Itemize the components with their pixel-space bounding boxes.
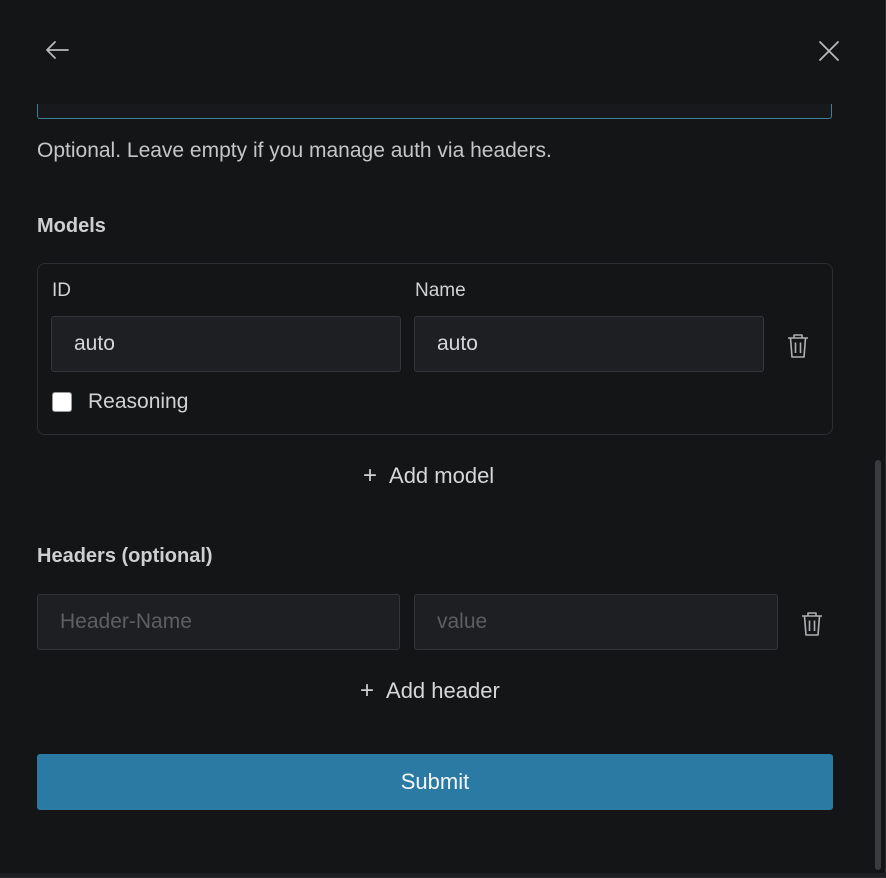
scrollbar[interactable] [875, 460, 881, 870]
headers-section-title: Headers (optional) [37, 545, 213, 567]
provider-dialog: Optional. Leave empty if you manage auth… [0, 0, 886, 878]
reasoning-option: Reasoning [52, 390, 188, 414]
delete-model-button[interactable] [784, 331, 812, 361]
submit-button[interactable]: Submit [37, 754, 833, 810]
add-header-button[interactable]: + Add header [360, 677, 500, 705]
delete-header-button[interactable] [798, 609, 826, 639]
model-name-label: Name [415, 280, 466, 301]
header-value-input[interactable] [414, 594, 778, 650]
add-model-label: Add model [389, 463, 495, 488]
add-model-button[interactable]: + Add model [363, 462, 494, 490]
plus-icon: + [363, 462, 378, 489]
arrow-left-icon [46, 41, 69, 59]
trash-icon [802, 612, 822, 636]
header-name-input[interactable] [37, 594, 400, 650]
close-icon [819, 41, 839, 61]
plus-icon: + [360, 677, 375, 704]
add-header-label: Add header [386, 678, 500, 703]
dialog-bottom-edge [0, 873, 886, 877]
models-section-title: Models [37, 215, 106, 237]
model-id-input[interactable] [51, 316, 401, 372]
api-key-input[interactable] [37, 104, 832, 119]
model-name-input[interactable] [414, 316, 764, 372]
trash-icon [788, 334, 808, 358]
model-card: ID Name Reasoning [37, 263, 833, 435]
model-id-label: ID [52, 280, 71, 301]
reasoning-checkbox[interactable] [52, 392, 72, 412]
reasoning-label[interactable]: Reasoning [88, 390, 188, 414]
api-key-hint: Optional. Leave empty if you manage auth… [37, 139, 552, 162]
close-button[interactable] [812, 34, 846, 68]
back-button[interactable] [40, 33, 74, 67]
